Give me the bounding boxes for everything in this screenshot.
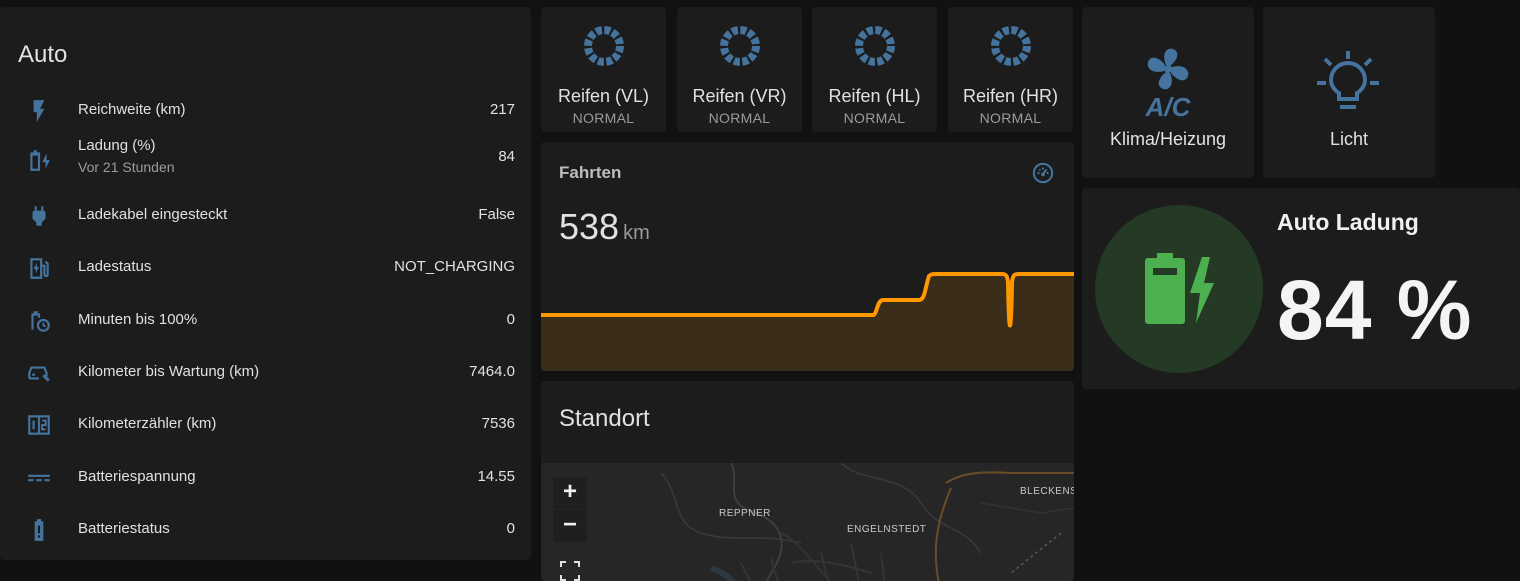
entity-value: 7464.0 <box>469 363 515 380</box>
tire-icon <box>583 26 624 66</box>
entity-value: False <box>478 206 515 223</box>
map-place-label: ENGELNSTEDT <box>847 524 927 535</box>
tire-state: NORMAL <box>843 110 906 126</box>
battery-alert-icon <box>34 519 44 541</box>
card-title: Fahrten <box>559 163 622 182</box>
entity-row-ladung[interactable]: Ladung (%) Vor 21 Stunden 84 <box>0 135 531 185</box>
entity-label: Ladung (%) <box>78 137 156 154</box>
standort-map-card: Standort + − REPPNER ENGELNSTEDT BLECKEN… <box>541 381 1074 581</box>
card-title: Auto <box>18 41 68 68</box>
entity-label: Ladekabel eingesteckt <box>78 206 228 223</box>
entity-row-reichweite[interactable]: Reichweite (km) 217 <box>0 90 531 130</box>
power-plug-icon <box>32 206 46 226</box>
fullscreen-icon[interactable] <box>559 560 581 581</box>
entity-value: 14.55 <box>477 468 515 485</box>
tire-icon <box>719 26 760 66</box>
lightbulb-on-icon <box>1317 51 1379 109</box>
climate-label: Klima/Heizung <box>1109 129 1227 149</box>
entity-label: Kilometerzähler (km) <box>78 415 217 432</box>
svg-text:A/C: A/C <box>1145 92 1192 119</box>
counter-icon <box>28 415 50 435</box>
tire-button-vr[interactable]: Reifen (VR) NORMAL <box>677 7 802 132</box>
speedometer-icon <box>1032 162 1054 184</box>
flash-icon <box>33 100 45 122</box>
entity-last-changed: Vor 21 Stunden <box>78 159 175 175</box>
auto-ladung-card[interactable]: Auto Ladung 84 % <box>1082 188 1520 389</box>
trip-area-fill <box>541 274 1074 371</box>
ev-station-icon <box>30 258 49 279</box>
card-title: Standort <box>559 405 650 432</box>
tire-button-hl[interactable]: Reifen (HL) NORMAL <box>812 7 937 132</box>
entity-value: 217 <box>489 101 515 118</box>
tire-label: Reifen (VR) <box>692 86 787 106</box>
tire-state: NORMAL <box>979 110 1042 126</box>
entity-label: Minuten bis 100% <box>78 311 198 328</box>
entity-row-ladestatus[interactable]: Ladestatus NOT_CHARGING <box>0 247 531 287</box>
map-tiles <box>541 463 1074 581</box>
entity-row-kilometerzaehler[interactable]: Kilometerzähler (km) 7536 <box>0 404 531 444</box>
tire-icon <box>990 26 1031 66</box>
map-view[interactable]: + − REPPNER ENGELNSTEDT BLECKENST <box>541 463 1074 581</box>
card-title: Auto Ladung <box>1277 209 1419 235</box>
entity-value: NOT_CHARGING <box>394 258 515 275</box>
battery-charging-icon <box>30 150 50 171</box>
battery-clock-icon <box>31 311 50 332</box>
fan-ac-icon: A/C <box>1145 48 1192 119</box>
light-label: Licht <box>1329 129 1369 149</box>
tire-state: NORMAL <box>708 110 771 126</box>
tire-label: Reifen (VL) <box>557 86 650 106</box>
battery-charging-icon <box>1145 253 1214 324</box>
entity-row-wartung[interactable]: Kilometer bis Wartung (km) 7464.0 <box>0 352 531 392</box>
map-place-label: REPPNER <box>719 508 771 519</box>
trip-unit: km <box>623 222 650 244</box>
zoom-out-button[interactable]: − <box>553 510 587 542</box>
current-dc-icon <box>28 474 50 482</box>
ladung-value: 84 % <box>1277 263 1473 357</box>
entity-value: 84 <box>498 148 515 165</box>
climate-button[interactable]: A/C Klima/Heizung <box>1082 7 1254 178</box>
map-place-label: BLECKENST <box>1020 486 1074 497</box>
tire-label: Reifen (HR) <box>962 86 1059 106</box>
ladung-icon-circle <box>1095 205 1263 373</box>
entity-row-ladekabel[interactable]: Ladekabel eingesteckt False <box>0 195 531 235</box>
entity-row-batteriestatus[interactable]: Batteriestatus 0 <box>0 509 531 549</box>
fahrten-sensor-card[interactable]: Fahrten 538 km <box>541 142 1074 371</box>
tire-icon <box>854 26 895 66</box>
car-wrench-icon <box>28 366 50 382</box>
entity-value: 7536 <box>481 415 515 432</box>
trip-number: 538 <box>559 206 620 247</box>
trip-history-graph <box>541 272 1074 371</box>
entity-label: Reichweite (km) <box>78 101 186 118</box>
entity-label: Batteriespannung <box>78 468 196 485</box>
entity-label: Batteriestatus <box>78 520 170 537</box>
entity-row-minuten[interactable]: Minuten bis 100% 0 <box>0 300 531 340</box>
entity-label: Ladestatus <box>78 258 152 275</box>
trip-value: 538 km <box>559 206 650 248</box>
entity-value: 0 <box>506 520 515 537</box>
auto-entities-card: Auto Reichweite (km) 217 Ladung (%) Vor … <box>0 7 531 560</box>
zoom-in-button[interactable]: + <box>553 477 587 509</box>
tire-label: Reifen (HL) <box>828 86 921 106</box>
tire-state: NORMAL <box>572 110 635 126</box>
light-button[interactable]: Licht <box>1263 7 1435 178</box>
tire-button-hr[interactable]: Reifen (HR) NORMAL <box>948 7 1073 132</box>
entity-value: 0 <box>506 311 515 328</box>
entity-label: Kilometer bis Wartung (km) <box>78 363 260 380</box>
tire-button-vl[interactable]: Reifen (VL) NORMAL <box>541 7 666 132</box>
entity-row-batteriespannung[interactable]: Batteriespannung 14.55 <box>0 457 531 497</box>
